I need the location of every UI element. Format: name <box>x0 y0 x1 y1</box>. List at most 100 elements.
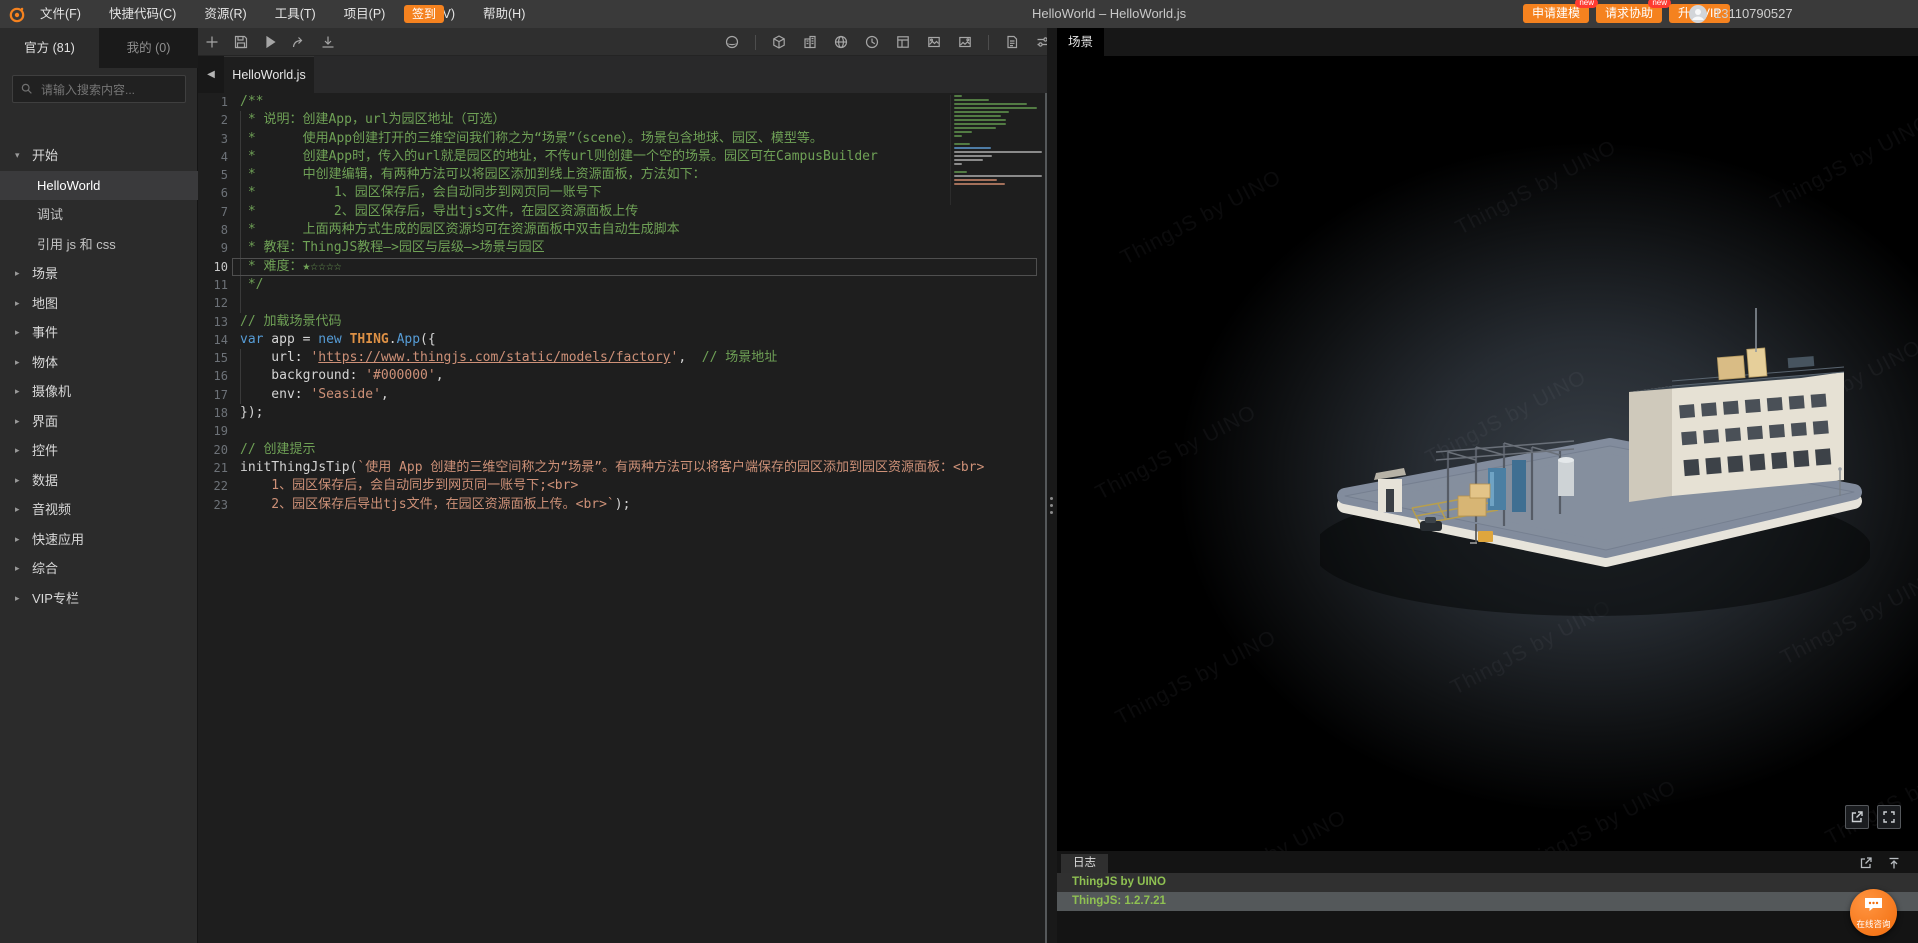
sidebar-item-快速应用[interactable]: ▸快速应用 <box>0 525 198 554</box>
chevron-right-icon[interactable]: ▸ <box>15 525 20 554</box>
save-icon[interactable] <box>233 34 249 50</box>
menu-item[interactable]: 帮助(H) <box>469 0 539 28</box>
log-row[interactable]: ThingJS: 1.2.7.21 <box>1057 892 1918 911</box>
sidebar-item-音视频[interactable]: ▸音视频 <box>0 495 198 524</box>
layout-icon[interactable] <box>895 34 911 50</box>
code-line[interactable]: 6 * 1、园区保存后，会自动同步到网页同一账号下 <box>198 184 1047 202</box>
open-external-icon <box>1849 809 1865 825</box>
username[interactable]: 13110790527 <box>1714 0 1793 28</box>
code-line[interactable]: 3 * 使用App创建打开的三维空间我们称之为“场景”（scene）。场景包含地… <box>198 130 1047 148</box>
plus-icon[interactable] <box>204 34 220 50</box>
earth-icon[interactable] <box>724 34 740 50</box>
image-icon[interactable] <box>926 34 942 50</box>
code-line[interactable]: 15 url: 'https://www.thingjs.com/static/… <box>198 349 1047 367</box>
code-line[interactable]: 2 * 说明：创建App，url为园区地址（可选） <box>198 111 1047 129</box>
chevron-right-icon[interactable]: ▸ <box>15 584 20 613</box>
code-line[interactable]: 1/** <box>198 93 1047 111</box>
online-chat-button[interactable]: 在线咨询 <box>1850 889 1897 936</box>
gallery-icon[interactable] <box>957 34 973 50</box>
code-line[interactable]: 8 * 上面两种方式生成的园区资源均可在资源面板中双击自动生成脚本 <box>198 221 1047 239</box>
sidebar-item-引用 js 和 css[interactable]: 引用 js 和 css <box>0 230 198 259</box>
code-line[interactable]: 7 * 2、园区保存后，导出tjs文件，在园区资源面板上传 <box>198 203 1047 221</box>
sidebar-item-label: 引用 js 和 css <box>37 230 116 259</box>
doc-icon[interactable] <box>1004 34 1020 50</box>
code-line[interactable]: 20// 创建提示 <box>198 441 1047 459</box>
code-line[interactable]: 17 env: 'Seaside', <box>198 386 1047 404</box>
code-line[interactable]: 12 <box>198 294 1047 312</box>
sidebar-item-开始[interactable]: ▾开始 <box>0 141 198 170</box>
menu-item[interactable]: 资源(R) <box>190 0 260 28</box>
code-line[interactable]: 13// 加载场景代码 <box>198 313 1047 331</box>
menu-item[interactable]: 项目(P) <box>330 0 400 28</box>
toolbar-left <box>204 34 336 50</box>
log-export-button[interactable] <box>1858 855 1874 871</box>
sidebar-item-数据[interactable]: ▸数据 <box>0 466 198 495</box>
code-line[interactable]: 4 * 创建App时，传入的url就是园区的地址，不传url则创建一个空的场景。… <box>198 148 1047 166</box>
download-icon[interactable] <box>320 34 336 50</box>
action-button[interactable]: 申请建模new <box>1523 4 1589 23</box>
code-line[interactable]: 9 * 教程：ThingJS教程—>园区与层级—>场景与园区 <box>198 239 1047 257</box>
sidebar-item-VIP专栏[interactable]: ▸VIP专栏 <box>0 584 198 613</box>
chevron-right-icon[interactable]: ▸ <box>15 554 20 583</box>
sidebar-item-label: 摄像机 <box>32 377 71 406</box>
chevron-right-icon[interactable]: ▸ <box>15 495 20 524</box>
tab-log[interactable]: 日志 <box>1061 854 1108 873</box>
code-text: 2、园区保存后导出tjs文件，在园区资源面板上传。<br>`); <box>228 496 630 514</box>
cube-icon[interactable] <box>771 34 787 50</box>
globe-icon[interactable] <box>833 34 849 50</box>
panel-splitter[interactable] <box>1047 28 1057 943</box>
sidebar-item-HelloWorld[interactable]: HelloWorld <box>0 171 198 200</box>
sidebar-item-物体[interactable]: ▸物体 <box>0 348 198 377</box>
menu-item[interactable]: 工具(T) <box>261 0 330 28</box>
building-icon[interactable] <box>802 34 818 50</box>
menu-item[interactable]: 快捷代码(C) <box>95 0 190 28</box>
sidebar-item-综合[interactable]: ▸综合 <box>0 554 198 583</box>
sidebar-item-场景[interactable]: ▸场景 <box>0 259 198 288</box>
share-icon[interactable] <box>291 34 307 50</box>
chevron-right-icon[interactable]: ▸ <box>15 407 20 436</box>
code-line[interactable]: 14var app = new THING.App({ <box>198 331 1047 349</box>
code-line[interactable]: 5 * 中创建编辑，有两种方法可以将园区添加到线上资源面板，方法如下： <box>198 166 1047 184</box>
signin-button[interactable]: 签到 <box>404 5 444 23</box>
scene-viewport-3d[interactable]: ThingJS by UINOThingJS by UINOThingJS by… <box>1057 56 1918 851</box>
sidebar-item-地图[interactable]: ▸地图 <box>0 289 198 318</box>
code-line[interactable]: 11 */ <box>198 276 1047 294</box>
menu-item[interactable]: 文件(F) <box>26 0 95 28</box>
chevron-right-icon[interactable]: ▸ <box>15 436 20 465</box>
code-line[interactable]: 23 2、园区保存后导出tjs文件，在园区资源面板上传。<br>`); <box>198 496 1047 514</box>
avatar[interactable] <box>1689 5 1707 23</box>
sidebar-item-界面[interactable]: ▸界面 <box>0 407 198 436</box>
sidebar-item-控件[interactable]: ▸控件 <box>0 436 198 465</box>
action-button[interactable]: 请求协助new <box>1596 4 1662 23</box>
log-row[interactable]: ThingJS by UINO <box>1057 873 1918 892</box>
sidebar-item-调试[interactable]: 调试 <box>0 200 198 229</box>
chevron-right-icon[interactable]: ▸ <box>15 259 20 288</box>
chevron-right-icon[interactable]: ▸ <box>15 377 20 406</box>
code-line[interactable]: 18}); <box>198 404 1047 422</box>
watermark-text: ThingJS by UINO <box>1117 166 1286 271</box>
open-external-button[interactable] <box>1845 805 1869 829</box>
chevron-right-icon[interactable]: ▸ <box>15 348 20 377</box>
minimap[interactable] <box>950 95 1045 205</box>
code-line[interactable]: 16 background: '#000000', <box>198 367 1047 385</box>
code-lines: 1/**2 * 说明：创建App，url为园区地址（可选）3 * 使用App创建… <box>198 93 1047 514</box>
chevron-right-icon[interactable]: ▸ <box>15 466 20 495</box>
code-line[interactable]: 22 1、园区保存后，会自动同步到网页同一账号下;<br> <box>198 477 1047 495</box>
code-editor[interactable]: 1/**2 * 说明：创建App，url为园区地址（可选）3 * 使用App创建… <box>198 93 1047 943</box>
code-line[interactable]: 21initThingJsTip(`使用 App 创建的三维空间称之为“场景”。… <box>198 459 1047 477</box>
code-line[interactable]: 19 <box>198 422 1047 440</box>
chevron-right-icon[interactable]: ▸ <box>15 289 20 318</box>
sidebar-item-摄像机[interactable]: ▸ 摄像机 <box>0 377 198 406</box>
chevron-right-icon[interactable]: ▸ <box>15 318 20 347</box>
code-line[interactable]: 10 * 难度：★☆☆☆☆ <box>198 258 1047 276</box>
collapse-left-icon[interactable]: ◀ <box>198 56 224 93</box>
tab-scene[interactable]: 场景 <box>1057 28 1104 56</box>
clock-icon[interactable] <box>864 34 880 50</box>
chevron-down-icon[interactable]: ▾ <box>15 141 20 170</box>
run-icon[interactable] <box>262 34 278 50</box>
new-badge: new <box>1575 0 1598 8</box>
sidebar-item-事件[interactable]: ▸事件 <box>0 318 198 347</box>
editor-tab-helloworld[interactable]: HelloWorld.js <box>224 56 314 93</box>
fullscreen-button[interactable] <box>1877 805 1901 829</box>
log-upload-button[interactable] <box>1886 855 1902 871</box>
